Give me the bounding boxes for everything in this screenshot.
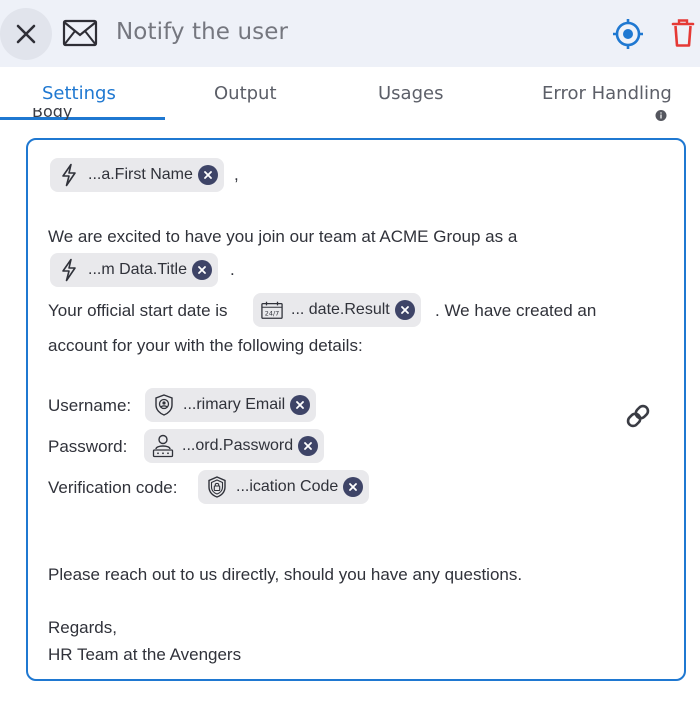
remove-chip-button[interactable]	[191, 260, 212, 280]
remove-chip-button[interactable]	[290, 395, 311, 415]
text-regards: Regards,	[48, 618, 117, 637]
node-title[interactable]: Notify the user	[116, 19, 288, 45]
text-signature: HR Team at the Avengers	[48, 645, 242, 664]
text-account-details: account for your with the following deta…	[48, 336, 363, 355]
remove-chip-button[interactable]	[197, 165, 218, 185]
tab-bar: Settings Output Usages Error Handling	[0, 67, 700, 121]
remove-chip-button[interactable]	[394, 300, 415, 320]
target-icon[interactable]	[612, 18, 644, 50]
trash-icon[interactable]	[670, 18, 696, 48]
close-button[interactable]	[0, 8, 52, 60]
chip-label: ...a.First Name	[88, 166, 193, 183]
chip-label: ...m Data.Title	[88, 261, 187, 278]
chip-label: ... date.Result	[291, 301, 390, 318]
remove-chip-button[interactable]	[298, 436, 319, 456]
text-reach-out: Please reach out to us directly, should …	[48, 565, 523, 584]
lightning-icon	[58, 163, 80, 187]
shield-lock-icon	[206, 475, 228, 499]
text-password-label: Password:	[48, 437, 128, 456]
text-verification-label: Verification code:	[48, 478, 178, 497]
variable-chip-first-name[interactable]: ...a.First Name	[50, 158, 224, 192]
body-editor[interactable]: ...a.First Name , We are excited to have…	[26, 138, 686, 681]
body-field-label: Body	[32, 108, 73, 120]
text-intro: We are excited to have you join our team…	[48, 227, 518, 246]
text-comma: ,	[234, 165, 239, 184]
variable-chip-date[interactable]: 24/7 ... date.Result	[253, 293, 421, 327]
chip-label: ...ord.Password	[182, 437, 294, 454]
tab-error-handling[interactable]: Error Handling	[542, 83, 672, 104]
active-tab-indicator	[0, 117, 165, 120]
text-created-account: . We have created an	[435, 301, 597, 320]
tab-usages[interactable]: Usages	[378, 83, 443, 104]
node-header: Notify the user	[0, 0, 700, 67]
variable-chip-title[interactable]: ...m Data.Title	[50, 253, 218, 287]
user-password-icon	[152, 434, 174, 458]
link-icon[interactable]	[624, 402, 652, 430]
shield-user-icon	[153, 393, 175, 417]
tab-output[interactable]: Output	[214, 83, 277, 104]
svg-text:24/7: 24/7	[265, 310, 279, 318]
text-period: .	[230, 260, 235, 279]
text-start-date: Your official start date is	[48, 301, 228, 320]
variable-chip-password[interactable]: ...ord.Password	[144, 429, 325, 463]
calendar-24-7-icon: 24/7	[261, 298, 283, 322]
envelope-icon	[62, 19, 98, 47]
chip-label: ...ication Code	[236, 478, 339, 495]
close-icon	[16, 24, 36, 44]
chip-label: ...rimary Email	[183, 396, 286, 413]
lightning-icon	[58, 258, 80, 282]
tab-settings[interactable]: Settings	[42, 83, 116, 104]
info-icon[interactable]	[650, 110, 672, 121]
variable-chip-verification[interactable]: ...ication Code	[198, 470, 370, 504]
remove-chip-button[interactable]	[343, 477, 364, 497]
variable-chip-email[interactable]: ...rimary Email	[145, 388, 317, 422]
text-username-label: Username:	[48, 396, 132, 415]
